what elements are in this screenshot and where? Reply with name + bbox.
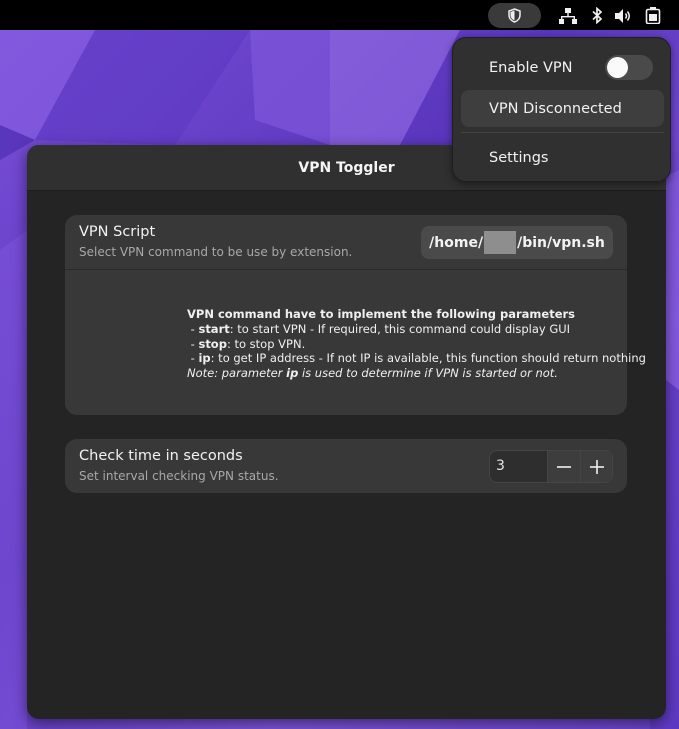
minus-icon bbox=[557, 465, 571, 468]
network-wired-icon[interactable] bbox=[559, 7, 577, 24]
help-note-suffix: is used to determine if VPN is started o… bbox=[298, 366, 558, 381]
menu-separator bbox=[461, 132, 664, 133]
script-path-prefix: /home/ bbox=[429, 234, 484, 251]
settings-label: Settings bbox=[489, 149, 549, 166]
help-note-prefix: Note: parameter bbox=[187, 366, 287, 381]
enable-vpn-label: Enable VPN bbox=[489, 59, 573, 76]
redacted-username bbox=[484, 231, 517, 254]
help-stop-param: stop bbox=[198, 336, 227, 351]
help-note-param: ip bbox=[286, 366, 299, 381]
battery-icon[interactable] bbox=[644, 7, 662, 24]
preferences-window: VPN Toggler VPN Script Select VPN comman… bbox=[27, 145, 666, 719]
volume-icon[interactable] bbox=[615, 7, 633, 24]
check-interval-card: Check time in seconds Set interval check… bbox=[65, 439, 627, 493]
bluetooth-icon[interactable] bbox=[588, 7, 606, 24]
help-stop-desc: : to stop VPN. bbox=[226, 336, 306, 351]
enable-vpn-toggle[interactable] bbox=[605, 55, 653, 80]
vpn-indicator-button[interactable] bbox=[488, 3, 541, 28]
check-interval-subtitle: Set interval checking VPN status. bbox=[79, 469, 279, 483]
help-ip-param: ip bbox=[198, 351, 211, 366]
script-path-suffix: /bin/vpn.sh bbox=[517, 234, 605, 251]
vpn-status-menu-item[interactable]: VPN Disconnected bbox=[461, 90, 664, 127]
card-divider bbox=[65, 269, 627, 270]
increment-button[interactable] bbox=[580, 451, 612, 482]
plus-icon bbox=[590, 459, 604, 474]
vpn-script-card: VPN Script Select VPN command to be use … bbox=[65, 215, 646, 415]
settings-menu-item[interactable]: Settings bbox=[461, 139, 664, 176]
vpn-popup-menu: Enable VPN VPN Disconnected Settings bbox=[452, 37, 671, 182]
toggle-knob bbox=[607, 57, 628, 78]
help-ip-desc: : to get IP address - If not IP is avail… bbox=[210, 351, 646, 366]
check-interval-title: Check time in seconds bbox=[79, 448, 243, 464]
script-file-chooser-button[interactable]: /home/ /bin/vpn.sh bbox=[421, 226, 613, 259]
vpn-status-label: VPN Disconnected bbox=[489, 100, 622, 117]
decrement-button[interactable] bbox=[547, 451, 580, 482]
top-bar bbox=[0, 0, 679, 30]
help-heading: VPN command have to implement the follow… bbox=[187, 307, 576, 321]
help-start-param: start bbox=[198, 321, 230, 336]
vpn-parameters-help: VPN command have to implement the follow… bbox=[187, 307, 646, 381]
vpn-script-subtitle: Select VPN command to be use by extensio… bbox=[79, 245, 353, 259]
shield-icon bbox=[508, 8, 521, 23]
interval-spinbutton: 3 bbox=[489, 450, 613, 483]
help-start-desc: : to start VPN - If required, this comma… bbox=[229, 321, 571, 336]
vpn-script-title: VPN Script bbox=[79, 224, 156, 240]
interval-value-input[interactable]: 3 bbox=[490, 451, 547, 482]
